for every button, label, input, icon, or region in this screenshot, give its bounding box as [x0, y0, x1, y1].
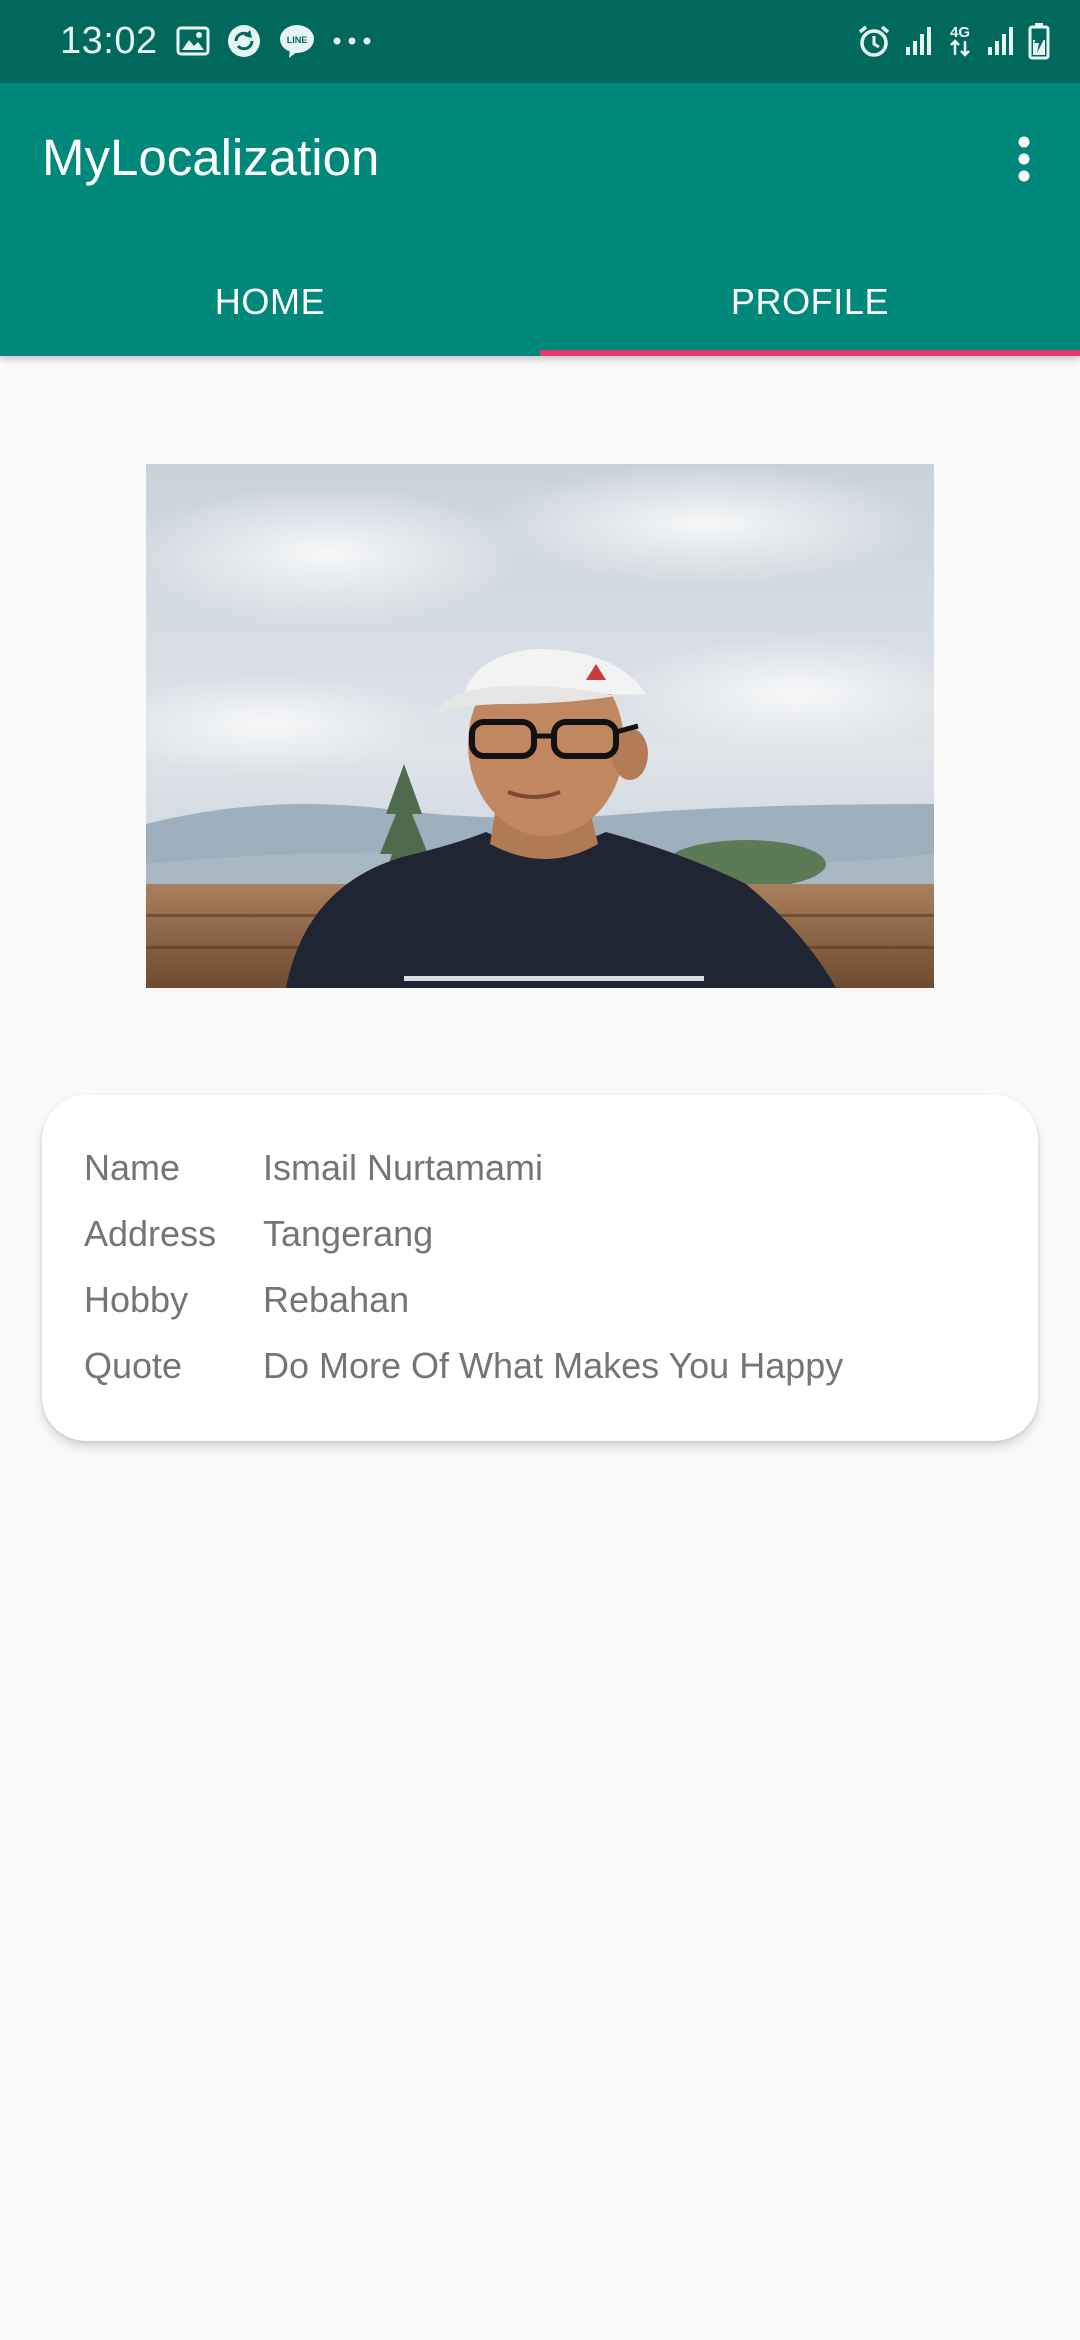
tab-home[interactable]: HOME	[0, 248, 540, 356]
network-4g-icon: 4G	[946, 23, 974, 59]
signal-icon	[904, 25, 934, 57]
hobby-label: Hobby	[84, 1279, 189, 1320]
name-value: Ismail Nurtamami	[263, 1147, 544, 1188]
signal-icon	[986, 25, 1016, 57]
network-label: 4G	[950, 24, 970, 41]
sync-app-icon	[226, 23, 262, 59]
tab-profile-label: PROFILE	[730, 281, 890, 322]
more-vert-icon[interactable]	[992, 123, 1056, 195]
profile-photo	[146, 464, 934, 988]
profile-row-quote: Quote Do More Of What Makes You Happy	[84, 1333, 843, 1399]
tab-profile[interactable]: PROFILE	[540, 248, 1080, 356]
quote-label: Quote	[84, 1345, 183, 1386]
address-label: Address	[84, 1213, 217, 1254]
profile-row-name: Name Ismail Nurtamami	[84, 1135, 843, 1201]
status-system-icons: 4G	[856, 20, 1050, 62]
battery-charging-icon	[1028, 22, 1050, 60]
status-time: 13:02	[60, 20, 158, 62]
profile-row-address: Address Tangerang	[84, 1201, 843, 1267]
tab-bar: HOME PROFILE	[0, 248, 1080, 356]
quote-value: Do More Of What Makes You Happy	[263, 1345, 844, 1386]
name-label: Name	[84, 1147, 181, 1188]
alarm-icon	[856, 23, 892, 59]
tab-selected-indicator	[540, 350, 1080, 356]
tab-home-label: HOME	[214, 281, 326, 322]
status-bar: 13:02 LINE 4G	[0, 0, 1080, 83]
svg-text:LINE: LINE	[287, 35, 308, 45]
profile-info-list: Name Ismail Nurtamami Address Tangerang …	[84, 1135, 843, 1399]
profile-row-hobby: Hobby Rebahan	[84, 1267, 843, 1333]
app-title: MyLocalization	[42, 129, 380, 186]
profile-info-card: Name Ismail Nurtamami Address Tangerang …	[42, 1095, 1038, 1441]
hobby-value: Rebahan	[263, 1279, 410, 1320]
screen: 13:02 LINE 4G MyLocalization HOME PROFIL…	[0, 0, 1080, 2340]
more-dots-icon	[332, 36, 372, 46]
line-app-icon: LINE	[278, 23, 316, 59]
image-icon	[176, 26, 210, 56]
status-notification-icons: LINE	[176, 20, 372, 62]
address-value: Tangerang	[263, 1213, 434, 1254]
app-bar: MyLocalization HOME PROFILE	[0, 83, 1080, 356]
